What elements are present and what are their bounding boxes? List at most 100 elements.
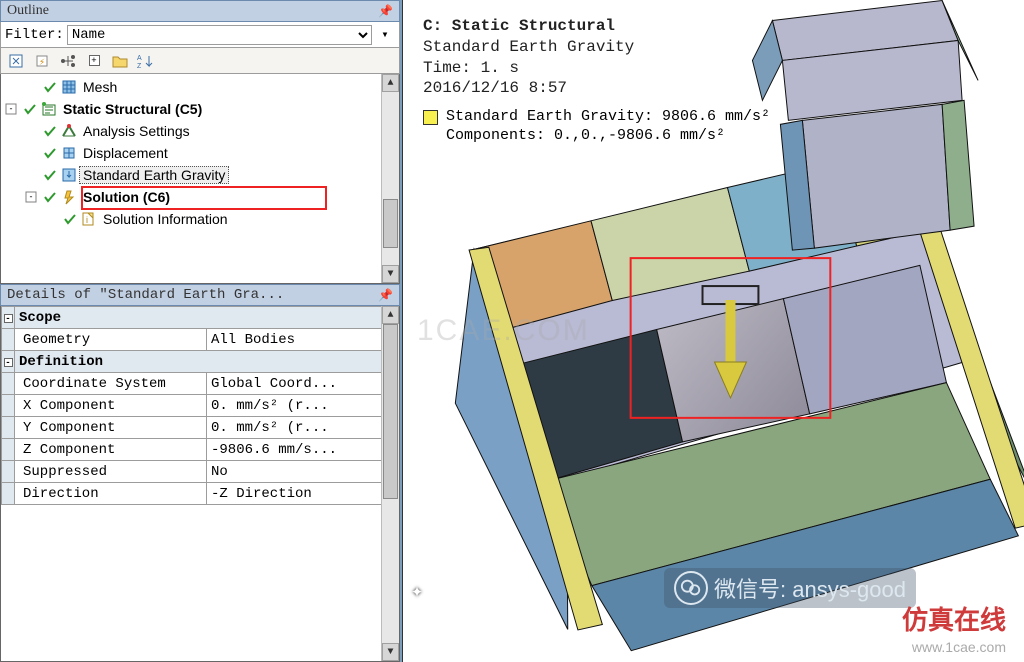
details-gutter [2, 439, 15, 461]
wechat-label: 微信号: ansys-good [714, 572, 906, 604]
details-row[interactable]: SuppressedNo [2, 461, 399, 483]
outline-title-bar: Outline 📌 [0, 0, 400, 22]
details-value[interactable]: -9806.6 mm/s... [207, 439, 399, 461]
tree-item[interactable]: Mesh [1, 76, 399, 98]
details-label: Coordinate System [15, 373, 207, 395]
details-value[interactable]: 0. mm/s² (r... [207, 417, 399, 439]
details-label: Geometry [15, 329, 207, 351]
tree-item[interactable]: - Static Structural (C5) [1, 98, 399, 120]
cursor-indicator-icon: ✦ [411, 578, 423, 604]
tree-item-label[interactable]: Solution Information [99, 210, 232, 228]
wechat-icon [674, 571, 708, 605]
details-row[interactable]: Direction-Z Direction [2, 483, 399, 505]
expand-all-button[interactable]: + [83, 51, 105, 71]
details-gutter [2, 329, 15, 351]
outline-tree[interactable]: Mesh - Static Structural (C5) Analysis Sett… [0, 74, 400, 284]
scroll-down-button[interactable]: ▼ [382, 643, 399, 661]
sort-icon[interactable]: AZ [135, 51, 157, 71]
info-icon: i [80, 211, 98, 227]
svg-text:i: i [86, 215, 88, 225]
scroll-down-button[interactable]: ▼ [382, 265, 399, 283]
legend-line-2: Components: 0.,0.,-9806.6 mm/s² [446, 127, 770, 146]
viewport-legend: Standard Earth Gravity: 9806.6 mm/s² Com… [423, 108, 770, 146]
svg-text:⚡: ⚡ [39, 58, 45, 69]
credit-url: www.1cae.com [902, 638, 1006, 656]
details-title-bar: Details of "Standard Earth Gra... 📌 [0, 284, 400, 306]
tree-item-label[interactable]: Displacement [79, 144, 172, 162]
tree-item-label[interactable]: Mesh [79, 78, 121, 96]
details-row[interactable]: Y Component0. mm/s² (r... [2, 417, 399, 439]
details-value[interactable]: 0. mm/s² (r... [207, 395, 399, 417]
viewport-timestamp: 2016/12/16 8:57 [423, 78, 634, 99]
svg-text:Z: Z [137, 63, 142, 69]
grav-icon [60, 167, 78, 183]
filter-label: Filter: [5, 27, 64, 43]
settings-icon [60, 123, 78, 139]
filter-clear-button[interactable]: ▾ [375, 25, 395, 45]
legend-line-1: Standard Earth Gravity: 9806.6 mm/s² [446, 108, 770, 127]
refresh-icon[interactable] [5, 51, 27, 71]
tree-item[interactable]: Standard Earth Gravity [1, 164, 399, 186]
pin-icon[interactable]: 📌 [378, 4, 393, 19]
disp-icon [60, 145, 78, 161]
folder-icon[interactable] [109, 51, 131, 71]
status-check-icon [41, 167, 59, 183]
branch-icon[interactable] [57, 51, 79, 71]
viewport-subtitle: Standard Earth Gravity [423, 37, 634, 58]
flash-icon[interactable]: ⚡ [31, 51, 53, 71]
status-check-icon [41, 189, 59, 205]
viewport-title: C: Static Structural [423, 16, 634, 37]
collapse-icon[interactable]: - [2, 351, 15, 373]
details-gutter [2, 395, 15, 417]
status-check-icon [41, 145, 59, 161]
details-gutter [2, 483, 15, 505]
legend-swatch [423, 110, 438, 125]
details-label: Z Component [15, 439, 207, 461]
filter-row: Filter: Name ▾ [0, 22, 400, 48]
status-check-icon [41, 123, 59, 139]
tree-item[interactable]: i Solution Information [1, 208, 399, 230]
details-value[interactable]: No [207, 461, 399, 483]
tree-item[interactable]: - Solution (C6) [1, 186, 399, 208]
tree-scrollbar[interactable]: ▲ ▼ [381, 74, 399, 283]
details-row[interactable]: GeometryAll Bodies [2, 329, 399, 351]
details-group-header[interactable]: -Scope [2, 307, 399, 329]
scroll-up-button[interactable]: ▲ [382, 306, 399, 324]
details-panel: -ScopeGeometryAll Bodies-DefinitionCoord… [0, 306, 400, 662]
tree-item-label[interactable]: Static Structural (C5) [59, 100, 206, 118]
collapse-icon[interactable]: - [6, 104, 17, 115]
graphics-viewport[interactable]: C: Static Structural Standard Earth Grav… [403, 0, 1024, 662]
collapse-icon[interactable]: - [26, 192, 37, 203]
details-label: Y Component [15, 417, 207, 439]
scroll-up-button[interactable]: ▲ [382, 74, 399, 92]
details-row[interactable]: Coordinate SystemGlobal Coord... [2, 373, 399, 395]
details-group-name: Definition [15, 351, 399, 373]
credit-cn: 仿真在线 [902, 604, 1006, 638]
details-value[interactable]: All Bodies [207, 329, 399, 351]
watermark: 1CAE.COM [417, 314, 590, 348]
tree-item-label[interactable]: Analysis Settings [79, 122, 194, 140]
details-label: X Component [15, 395, 207, 417]
details-value[interactable]: -Z Direction [207, 483, 399, 505]
details-value[interactable]: Global Coord... [207, 373, 399, 395]
outline-toolbar: ⚡ + AZ [0, 48, 400, 74]
collapse-icon[interactable]: - [2, 307, 15, 329]
credit-overlay: 仿真在线 www.1cae.com [902, 604, 1006, 656]
details-scrollbar[interactable]: ▲ ▼ [381, 306, 399, 661]
tree-item[interactable]: Displacement [1, 142, 399, 164]
pin-icon[interactable]: 📌 [378, 288, 393, 303]
status-check-icon [61, 211, 79, 227]
details-group-header[interactable]: -Definition [2, 351, 399, 373]
tree-item-label[interactable]: Standard Earth Gravity [79, 166, 229, 184]
tree-item-label[interactable]: Solution (C6) [79, 188, 174, 206]
details-label: Direction [15, 483, 207, 505]
tree-item[interactable]: Analysis Settings [1, 120, 399, 142]
solution-icon [60, 189, 78, 205]
outline-title: Outline [7, 3, 49, 19]
details-gutter [2, 461, 15, 483]
details-row[interactable]: Z Component-9806.6 mm/s... [2, 439, 399, 461]
details-gutter [2, 417, 15, 439]
details-row[interactable]: X Component0. mm/s² (r... [2, 395, 399, 417]
filter-select[interactable]: Name [67, 25, 372, 45]
details-label: Suppressed [15, 461, 207, 483]
